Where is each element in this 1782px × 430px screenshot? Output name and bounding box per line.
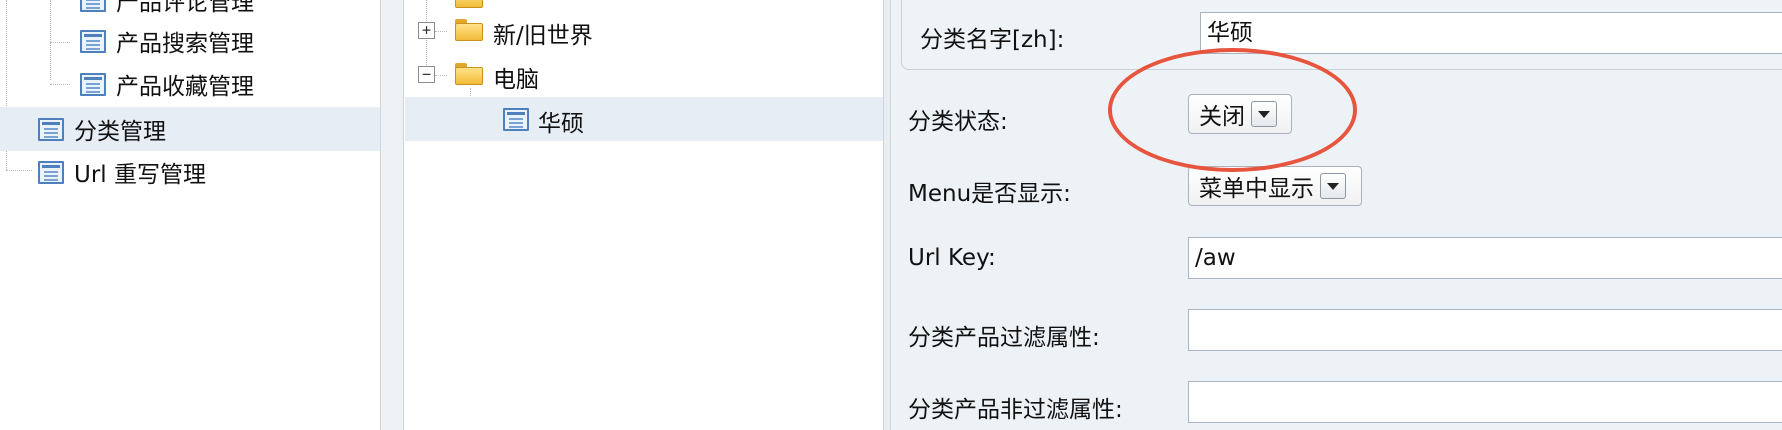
- page-icon: [38, 117, 64, 141]
- non-filter-attributes-label: 分类产品非过滤属性:: [908, 397, 1123, 423]
- category-name-label: 分类名字[zh]:: [920, 27, 1065, 53]
- category-edit-form: 分类名字[zh]: 华硕 分类状态: 关闭 Menu是否显示: 菜单中显示 Ur…: [891, 0, 1782, 430]
- chevron-down-icon: [1251, 101, 1277, 127]
- tree-node-computer[interactable]: − 电脑: [405, 53, 705, 97]
- page-icon: [80, 72, 106, 96]
- page-icon: [503, 108, 529, 131]
- nav-item-label: 产品评论管理: [116, 0, 254, 16]
- tree-node-label: 华硕: [538, 111, 584, 137]
- url-key-label: Url Key:: [908, 245, 996, 271]
- tree-node-new-old-world[interactable]: + 新/旧世界: [405, 9, 705, 53]
- page-icon: [38, 160, 64, 184]
- category-name-input[interactable]: 华硕: [1200, 12, 1782, 54]
- nav-item-label: 分类管理: [74, 119, 166, 145]
- folder-icon: [455, 0, 483, 8]
- nav-item-url-rewrite[interactable]: Url 重写管理: [0, 150, 206, 194]
- select-value: 菜单中显示: [1199, 176, 1314, 202]
- pane-splitter[interactable]: [380, 0, 404, 430]
- chevron-down-icon: [1320, 173, 1346, 199]
- nav-item-product-favorites[interactable]: 产品收藏管理: [80, 62, 254, 106]
- admin-nav-tree: 产品评论管理 产品搜索管理 产品收藏管理 分类管理 Url 重写管理: [0, 0, 380, 430]
- folder-open-icon: [455, 63, 483, 85]
- nav-item-product-search[interactable]: 产品搜索管理: [80, 19, 254, 63]
- nav-item-category-management[interactable]: 分类管理: [0, 107, 380, 151]
- tree-node-label: 新/旧世界: [493, 23, 593, 49]
- tree-connector: [50, 0, 51, 80]
- tree-connector: [50, 42, 70, 43]
- folder-icon: [455, 19, 483, 41]
- collapse-toggle[interactable]: −: [418, 66, 435, 83]
- category-status-label: 分类状态:: [908, 109, 1008, 135]
- nav-item-label: 产品搜索管理: [116, 31, 254, 57]
- page-icon: [80, 0, 106, 12]
- filter-attributes-label: 分类产品过滤属性:: [908, 325, 1100, 351]
- tree-connector: [50, 84, 70, 85]
- url-key-input[interactable]: /aw: [1188, 237, 1782, 279]
- tree-node-label: 电脑: [493, 67, 539, 93]
- non-filter-attributes-input[interactable]: [1188, 381, 1782, 423]
- select-value: 关闭: [1199, 104, 1245, 130]
- category-status-select[interactable]: 关闭: [1188, 94, 1292, 134]
- category-tree: + 新/旧世界 − 电脑 华硕: [405, 0, 885, 430]
- menu-display-label: Menu是否显示:: [908, 181, 1071, 207]
- menu-display-select[interactable]: 菜单中显示: [1188, 166, 1362, 206]
- tree-node-asus[interactable]: 华硕: [405, 97, 885, 141]
- pane-splitter[interactable]: [883, 0, 891, 430]
- nav-item-label: Url 重写管理: [74, 162, 206, 188]
- expand-toggle[interactable]: +: [418, 22, 435, 39]
- nav-item-label: 产品收藏管理: [116, 74, 254, 100]
- page-icon: [80, 29, 106, 53]
- filter-attributes-input[interactable]: [1188, 309, 1782, 351]
